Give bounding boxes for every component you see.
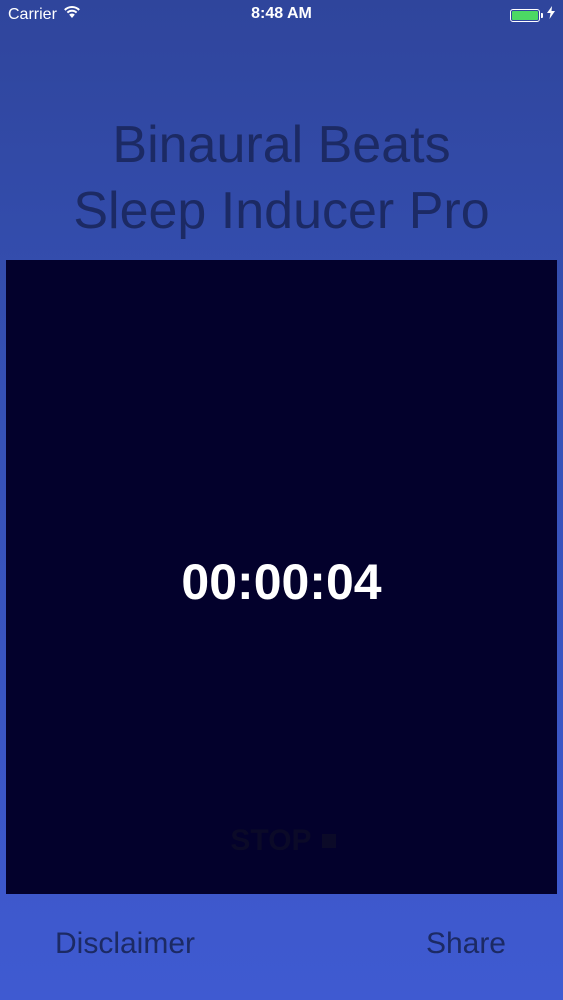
timer-display: 00:00:04 <box>181 554 382 610</box>
app-title-line2: Sleep Inducer Pro <box>73 182 490 240</box>
battery-icon <box>510 8 540 22</box>
app-title: Binaural Beats Sleep Inducer Pro <box>0 112 563 244</box>
stop-label: STOP <box>230 824 312 857</box>
status-time: 8:48 AM <box>251 5 312 22</box>
battery-level <box>512 10 538 20</box>
battery-group <box>510 6 555 24</box>
charging-bolt-icon <box>547 6 555 24</box>
disclaimer-button[interactable]: Disclaimer <box>55 924 195 964</box>
share-button[interactable]: Share <box>426 924 506 964</box>
stop-button[interactable]: STOP <box>210 814 356 868</box>
app-title-line1: Binaural Beats <box>112 116 451 174</box>
player-panel: 00:00:04 <box>6 260 557 894</box>
stop-square-icon <box>321 834 336 848</box>
battery-tip <box>541 12 543 18</box>
status-bar: Carrier 8:48 AM <box>0 0 563 30</box>
